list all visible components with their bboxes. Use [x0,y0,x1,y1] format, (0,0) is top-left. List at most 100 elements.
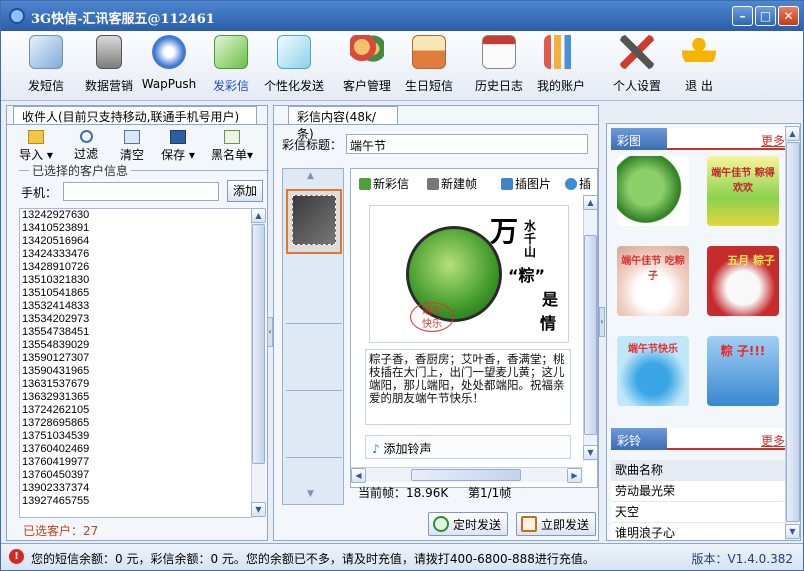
picture-thumb-3[interactable]: 端午佳节 吃粽子 [617,246,689,316]
send-now-button[interactable]: 立即发送 [516,512,597,536]
ringtones-more-link[interactable]: 更多 [761,432,785,449]
clear-button[interactable]: 清空 [117,130,147,163]
tab-pictures[interactable]: 彩图 [611,128,667,150]
scroll-up-button[interactable]: ▲ [251,208,266,223]
save-button[interactable]: 保存 ▾ [157,130,199,163]
phone-input[interactable] [63,182,219,201]
phone-number-item[interactable]: 13534202973 [20,313,252,326]
phone-number-item[interactable]: 13510321830 [20,274,252,287]
pictures-more-link[interactable]: 更多 [761,132,785,149]
picture-thumb-6[interactable]: 粽 子!!! [707,336,779,406]
editor-hscroll[interactable]: ◀ ▶ [351,467,583,483]
data-marketing-button[interactable]: 数据营销 [77,35,141,97]
gallery-panel: 彩图 更多 端午佳节 粽得欢欢 端午佳节 吃粽子 五月 粽子 端午节快乐 粽 子… [606,123,801,544]
phone-number-item[interactable]: 13420516964 [20,235,252,248]
scroll-left-button[interactable]: ◀ [351,468,366,483]
scroll-down-button[interactable]: ▼ [785,524,800,539]
message-textarea[interactable]: 粽子香，香厨房；艾叶香，香满堂；桃枝插在大门上，出门一望麦儿黄；这儿端阳，那儿端… [365,349,571,425]
customer-management-button[interactable]: 客户管理 [335,35,399,97]
personalized-send-button[interactable]: 个性化发送 [261,35,327,97]
history-log-button[interactable]: 历史日志 [467,35,531,97]
phone-number-item[interactable]: 13760402469 [20,443,252,456]
import-button[interactable]: 导入 ▾ [17,130,55,163]
exit-label: 退 出 [685,79,713,93]
frame-list[interactable]: ▲ ▼ [282,168,344,505]
phone-number-item[interactable]: 13927465755 [20,495,252,508]
scroll-thumb[interactable] [411,469,521,481]
picture-thumb-5[interactable]: 端午节快乐 [617,336,689,406]
mms-content-panel: 彩信内容(48k/条) 彩信标题： 端午节 ▲ ▼ 新彩信 新建帧 插图片 插 … [273,105,599,541]
phone-number-item[interactable]: 13424333476 [20,248,252,261]
phone-list-scrollbar[interactable]: ▲ ▼ [251,208,266,518]
close-button[interactable]: ✕ [778,6,799,26]
gallery-scrollbar[interactable]: ▲ ▼ [785,126,800,540]
tab-recipients[interactable]: 收件人(目前只支持移动,联通手机号用户) [13,106,257,124]
tab-ringtones[interactable]: 彩铃 [611,428,667,450]
phone-number-item[interactable]: 13760419977 [20,456,252,469]
birthday-sms-button[interactable]: 生日短信 [397,35,461,97]
phone-number-item[interactable]: 13532414833 [20,300,252,313]
frame-slot [286,259,342,324]
insert-image-button[interactable]: 插图片 [501,175,551,192]
scroll-down-button[interactable]: ▼ [583,445,598,460]
phone-number-item[interactable]: 13724262105 [20,404,252,417]
maximize-button[interactable]: □ [755,6,776,26]
right-splitter[interactable]: › [599,307,605,337]
phone-number-item[interactable]: 13590431965 [20,365,252,378]
phone-number-item[interactable]: 13902337374 [20,482,252,495]
personal-settings-button[interactable]: 个人设置 [605,35,669,97]
add-button[interactable]: 添加 [227,180,263,202]
scroll-thumb[interactable] [252,224,265,464]
phone-number-item[interactable]: 13410523891 [20,222,252,235]
send-sms-button[interactable]: 发短信 [14,35,78,97]
phone-number-item[interactable]: 13510541865 [20,287,252,300]
new-mms-label: 新彩信 [373,177,410,191]
new-frame-button[interactable]: 新建帧 [427,175,477,192]
phone-number-item[interactable]: 13728695865 [20,417,252,430]
folder-icon [28,130,44,144]
frames-down-arrow[interactable]: ▼ [307,489,314,499]
timed-send-button[interactable]: 定时发送 [428,512,509,536]
minimize-button[interactable]: – [732,6,753,26]
blacklist-button[interactable]: 黑名单▾ [207,130,257,163]
phone-number-item[interactable]: 13428910726 [20,261,252,274]
scroll-thumb[interactable] [584,235,597,435]
scroll-right-button[interactable]: ▶ [567,468,582,483]
scroll-thumb[interactable] [786,142,800,522]
frame-thumbnail[interactable] [286,189,342,254]
song-item[interactable]: 谁明浪子心 [611,523,787,544]
phone-number-item[interactable]: 13554738451 [20,326,252,339]
insert-more-button[interactable]: 插 [565,175,591,192]
phone-number-item[interactable]: 13590127307 [20,352,252,365]
song-item[interactable]: 劳动最光荣 [611,481,787,502]
filter-button[interactable]: 过滤 [71,130,101,162]
wappush-label: WapPush [141,77,197,91]
tab-mms-content[interactable]: 彩信内容(48k/条) [288,106,398,141]
phone-list[interactable]: 13242927630 13410523891 13420516964 1342433… [19,208,253,518]
scroll-up-button[interactable]: ▲ [583,195,598,210]
song-item[interactable]: 天空 [611,502,787,523]
picture-thumb-2[interactable]: 端午佳节 粽得欢欢 [707,156,779,226]
phone-number-item[interactable]: 13242927630 [20,209,252,222]
phone-number-item[interactable]: 13760450397 [20,469,252,482]
exit-button[interactable]: 退 出 [667,35,731,97]
mms-image[interactable]: 万 水千山 “粽” 是 情 端午 快乐 [369,205,569,343]
phone-number-item[interactable]: 13632931365 [20,391,252,404]
phone-number-item[interactable]: 13751034539 [20,430,252,443]
frames-up-arrow[interactable]: ▲ [307,171,314,181]
song-list[interactable]: 歌曲名称 劳动最光荣 天空 谁明浪子心 [611,460,787,544]
scroll-down-button[interactable]: ▼ [251,502,266,517]
subject-input[interactable]: 端午节 [346,134,588,154]
new-mms-button[interactable]: 新彩信 [359,175,409,192]
wappush-button[interactable]: WapPush [137,35,201,97]
phone-number-item[interactable]: 13631537679 [20,378,252,391]
editor-vscroll[interactable]: ▲ ▼ [583,195,598,461]
phone-number-item[interactable]: 13554839029 [20,339,252,352]
add-ringtone-button[interactable]: ♪ 添加铃声 [365,435,571,459]
send-mms-button[interactable]: 发彩信 [199,35,263,97]
scroll-up-button[interactable]: ▲ [785,126,800,141]
picture-thumb-4[interactable]: 五月 粽子 [707,246,779,316]
image-text-qing: 情 [540,314,557,333]
picture-thumb-1[interactable] [617,156,689,226]
my-account-button[interactable]: 我的账户 [529,35,593,97]
